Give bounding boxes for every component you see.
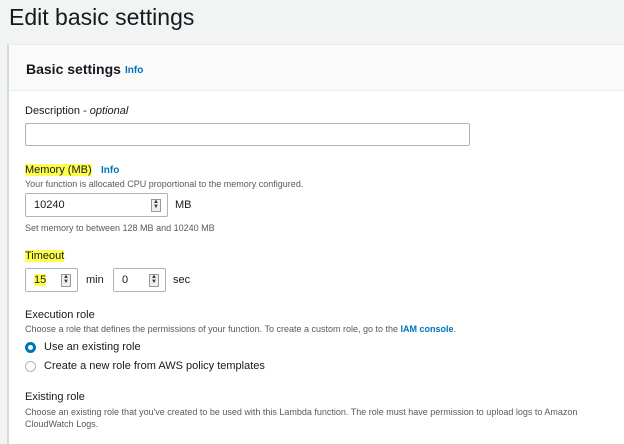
description-label-text: Description - bbox=[25, 105, 90, 117]
timeout-sec-input[interactable]: 0 ▲ ▼ bbox=[113, 268, 166, 292]
execution-role-help: Choose a role that defines the permissio… bbox=[25, 324, 456, 334]
info-link[interactable]: Info bbox=[125, 65, 143, 76]
memory-input[interactable]: 10240 ▲ ▼ bbox=[25, 193, 168, 217]
memory-label: Memory (MB) bbox=[25, 164, 92, 176]
panel-header: Basic settings Info bbox=[9, 45, 624, 91]
basic-settings-panel: Basic settings Info bbox=[7, 44, 624, 444]
help-text: Choose a role that defines the permissio… bbox=[25, 324, 401, 334]
description-input[interactable] bbox=[25, 123, 470, 146]
memory-info-link[interactable]: Info bbox=[101, 165, 119, 176]
radio-label-existing[interactable]: Use an existing role bbox=[44, 341, 141, 353]
timeout-min-input[interactable]: 15 ▲ ▼ bbox=[25, 268, 78, 292]
min-unit: min bbox=[86, 274, 104, 286]
memory-value: 10240 bbox=[34, 199, 65, 211]
spinner-icon[interactable]: ▲ ▼ bbox=[151, 199, 161, 212]
memory-unit: MB bbox=[175, 199, 192, 211]
section-title: Basic settings bbox=[26, 61, 121, 77]
timeout-sec-value: 0 bbox=[122, 274, 129, 286]
existing-role-help-2: CloudWatch Logs. bbox=[25, 419, 99, 429]
timeout-label: Timeout bbox=[25, 250, 65, 262]
timeout-min-value: 15 bbox=[34, 274, 47, 286]
description-label: Description - optional bbox=[25, 105, 128, 117]
optional-text: optional bbox=[89, 105, 129, 117]
spinner-icon[interactable]: ▲ ▼ bbox=[149, 274, 159, 287]
radio-use-existing-role[interactable] bbox=[25, 342, 36, 353]
memory-constraint: Set memory to between 128 MB and 10240 M… bbox=[25, 223, 215, 233]
existing-role-label: Existing role bbox=[25, 391, 85, 403]
radio-label-new[interactable]: Create a new role from AWS policy templa… bbox=[44, 360, 265, 372]
sec-unit: sec bbox=[173, 274, 191, 286]
iam-console-link[interactable]: IAM console bbox=[401, 324, 454, 334]
memory-help: Your function is allocated CPU proportio… bbox=[25, 179, 304, 189]
execution-role-label: Execution role bbox=[25, 309, 95, 321]
help-end: . bbox=[453, 324, 457, 334]
page-title: Edit basic settings bbox=[9, 4, 195, 30]
radio-create-new-role[interactable] bbox=[25, 361, 36, 372]
spinner-icon[interactable]: ▲ ▼ bbox=[61, 274, 71, 287]
existing-role-help-1: Choose an existing role that you've crea… bbox=[25, 407, 578, 417]
